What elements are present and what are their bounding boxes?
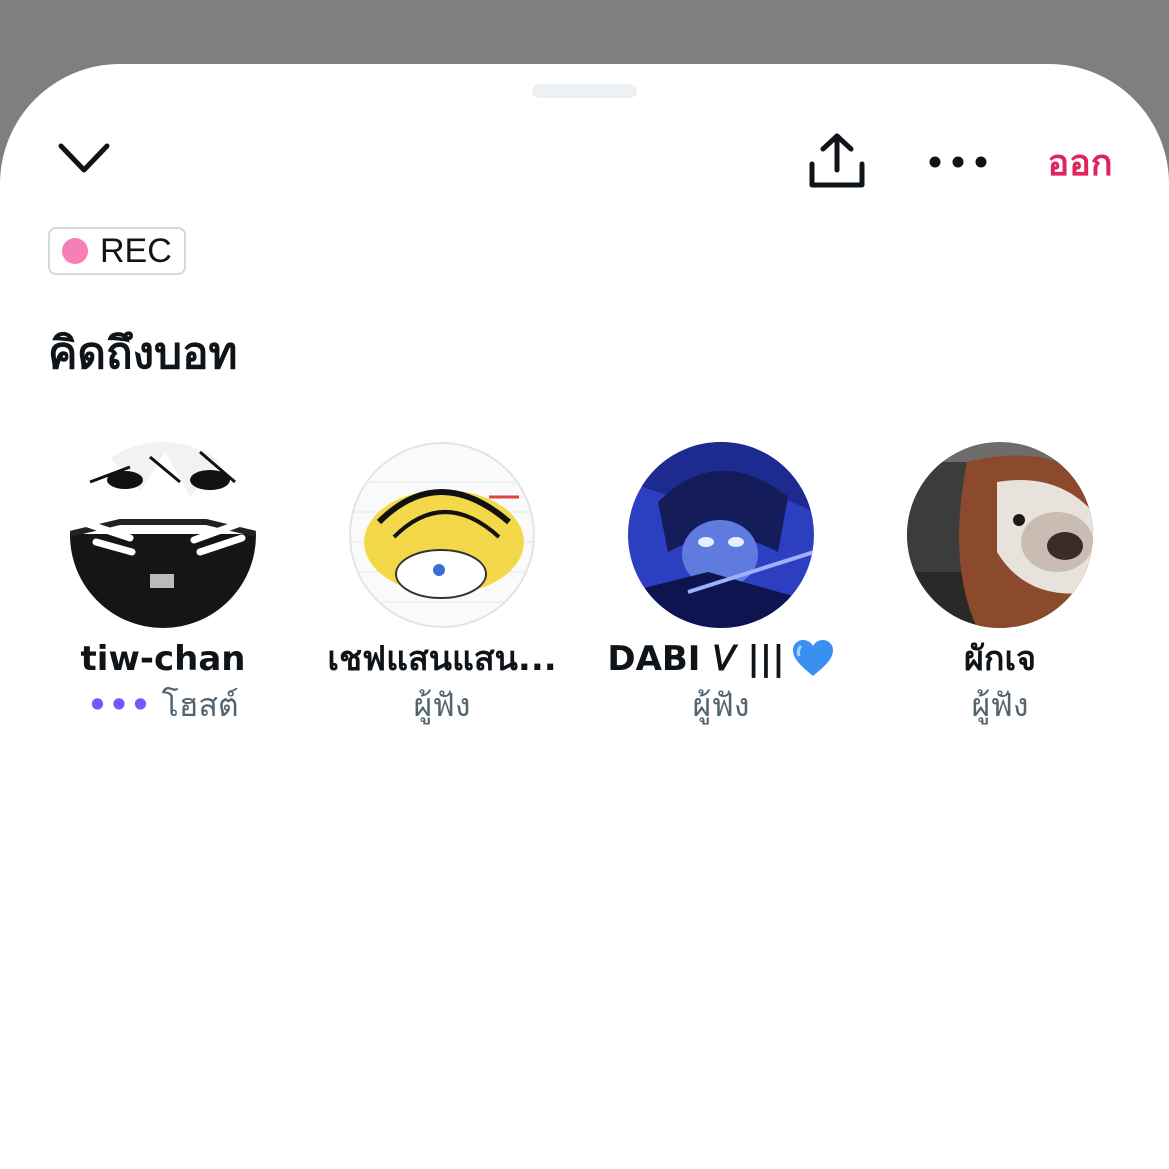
recording-label: REC [100, 232, 172, 270]
participant-listener[interactable]: DABI 𝘝 ||| ผู้ฟัง [591, 442, 851, 742]
participant-name: DABI 𝘝 ||| [591, 634, 851, 684]
avatar[interactable] [349, 442, 535, 628]
participant-listener[interactable]: เชฟแสนแสน... ผู้ฟัง [312, 442, 572, 742]
more-horizontal-icon [929, 156, 987, 168]
participant-name: เชฟแสนแสน... [327, 639, 557, 679]
blue-heart-icon [792, 639, 833, 676]
space-title: คิดถึงบอท [48, 328, 238, 379]
participant-role: ••• โฮสต์ [33, 682, 293, 728]
avatar-image-anime [628, 442, 814, 628]
recording-badge: REC [48, 227, 186, 275]
avatar[interactable] [628, 442, 814, 628]
avatar[interactable] [907, 442, 1093, 628]
space-sheet: ออก REC คิดถึงบอท tiw-chan ••• โฮสต์ เชฟ… [0, 64, 1169, 1169]
share-button[interactable] [806, 130, 868, 192]
role-label: โฮสต์ [161, 686, 239, 724]
drag-handle[interactable] [532, 84, 637, 98]
avatar[interactable] [70, 442, 256, 628]
leave-button[interactable]: ออก [1030, 134, 1130, 194]
avatar-image-dog [907, 442, 1093, 628]
participant-name-text: DABI 𝘝 ||| [607, 639, 785, 679]
participant-role: ผู้ฟัง [692, 686, 750, 724]
speaking-indicator-icon: ••• [87, 686, 152, 724]
avatar-image-drawing [349, 442, 535, 628]
participant-name: ผักเจ [963, 639, 1037, 679]
chevron-down-icon [58, 143, 110, 173]
participant-listener[interactable]: ผักเจ ผู้ฟัง [870, 442, 1130, 742]
recording-dot-icon [62, 238, 88, 264]
participant-role: ผู้ฟัง [413, 686, 471, 724]
participant-host[interactable]: tiw-chan ••• โฮสต์ [33, 442, 293, 742]
collapse-button[interactable] [56, 134, 112, 184]
share-upload-icon [809, 133, 865, 188]
more-options-button[interactable] [926, 144, 990, 180]
participant-role: ผู้ฟัง [971, 686, 1029, 724]
avatar-image-manga [70, 442, 256, 628]
participant-name: tiw-chan [80, 639, 246, 679]
